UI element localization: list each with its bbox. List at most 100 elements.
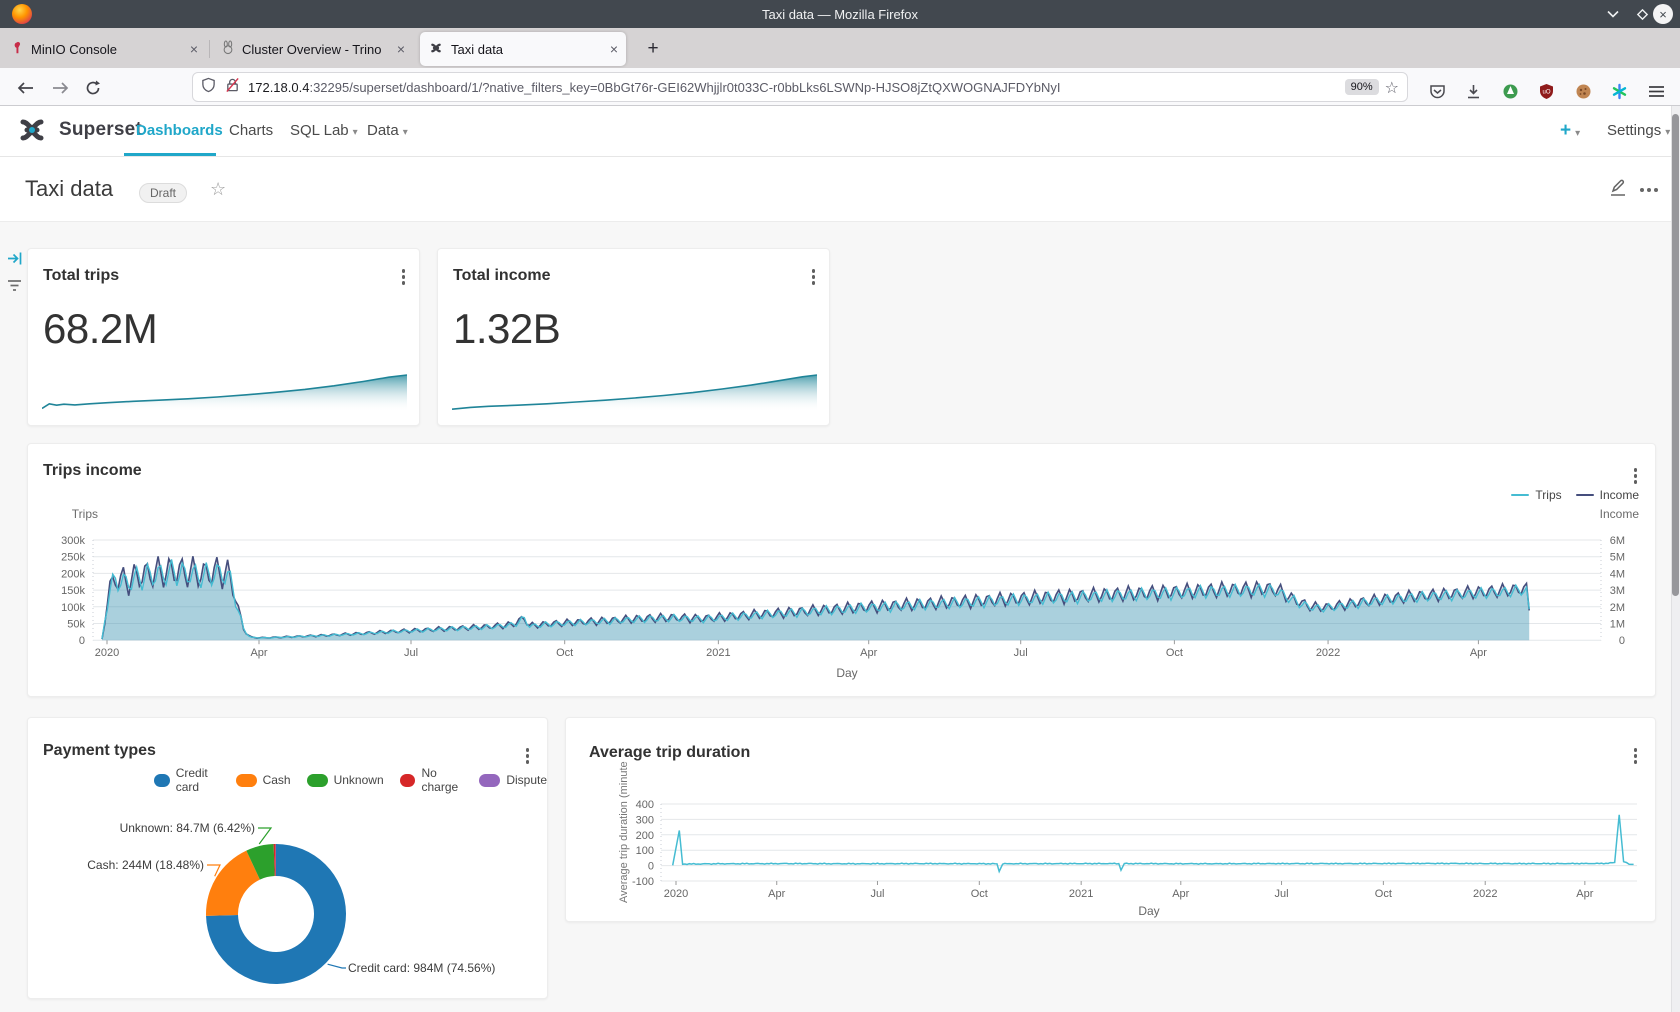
chart-kebab-menu[interactable]: [808, 265, 820, 289]
total-income-sparkline: [452, 371, 817, 413]
nav-item-label: SQL Lab: [290, 122, 349, 139]
nav-item-data[interactable]: Data ▾: [367, 122, 408, 139]
superset-brand-text: Superset: [59, 119, 142, 141]
reload-button[interactable]: [80, 76, 106, 100]
url-path: :32295/superset/dashboard/1/?native_filt…: [309, 80, 1060, 95]
y-right-tick: 0: [1619, 635, 1625, 647]
superset-infinity-icon: [12, 118, 52, 142]
extension-asterisk-icon[interactable]: [1606, 78, 1634, 104]
window-titlebar: Taxi data — Mozilla Firefox ×: [0, 0, 1680, 28]
x-tick: 2022: [1316, 647, 1340, 659]
y-right-tick: 1M: [1610, 619, 1625, 631]
trips-income-card: Trips income TripsIncome Trips Income 30…: [27, 443, 1656, 697]
trino-bunny-icon: [221, 40, 235, 58]
superset-infinity-icon: [428, 42, 444, 57]
y-right-tick: 3M: [1610, 585, 1625, 597]
y-right-tick: 4M: [1610, 568, 1625, 580]
nav-item-label: Dashboards: [136, 122, 223, 139]
y-left-tick: 0: [79, 635, 85, 647]
tab-close-icon[interactable]: ×: [397, 41, 405, 57]
expand-filter-bar-icon[interactable]: [6, 250, 23, 267]
insecure-lock-icon[interactable]: [225, 77, 240, 98]
cookie-icon[interactable]: [1569, 78, 1597, 104]
back-button[interactable]: [12, 76, 38, 100]
url-text: 172.18.0.4:32295/superset/dashboard/1/?n…: [248, 80, 1339, 95]
application-window: Taxi data — Mozilla Firefox × MinIO Cons…: [0, 0, 1680, 1012]
y-tick: 0: [648, 861, 654, 873]
browser-tab[interactable]: Cluster Overview - Trino ×: [213, 32, 413, 66]
url-host: 172.18.0.4: [248, 80, 309, 95]
x-tick: 2021: [706, 647, 730, 659]
avg-trip-duration-card: Average trip duration Average trip durat…: [565, 717, 1656, 922]
y-left-tick: 50k: [67, 619, 85, 631]
y-tick: 200: [636, 830, 654, 842]
zoom-level-badge[interactable]: 90%: [1345, 79, 1379, 95]
x-axis-label: Day: [1138, 904, 1159, 918]
x-tick: 2020: [95, 647, 119, 659]
nav-item-sql-lab[interactable]: SQL Lab ▾: [290, 122, 358, 139]
browser-tab[interactable]: Taxi data×: [420, 32, 626, 66]
total-trips-sparkline: [42, 371, 407, 413]
menu-hamburger-icon[interactable]: [1642, 78, 1670, 104]
filter-icon[interactable]: [6, 277, 23, 294]
tracking-shield-icon[interactable]: [201, 77, 216, 98]
page-scrollbar-thumb[interactable]: [1672, 114, 1679, 596]
browser-tab-strip: MinIO Console×Cluster Overview - Trino×T…: [0, 28, 1680, 68]
edit-dashboard-button[interactable]: [1608, 178, 1628, 203]
tab-title: MinIO Console: [31, 42, 184, 57]
window-minimize-button[interactable]: [1603, 4, 1623, 24]
y-left-tick: 250k: [61, 552, 85, 564]
chart-kebab-menu[interactable]: [398, 265, 410, 289]
x-tick: 2020: [664, 888, 688, 900]
x-tick: Apr: [1470, 647, 1487, 659]
superset-logo[interactable]: Superset: [12, 118, 142, 142]
y-right-tick: 2M: [1610, 602, 1625, 614]
tab-close-icon[interactable]: ×: [190, 41, 198, 57]
slice-callout-label: Cash: 244M (18.48%): [87, 858, 204, 872]
x-tick: 2021: [1069, 888, 1093, 900]
y-tick: -100: [632, 876, 654, 888]
new-tab-button[interactable]: +: [640, 36, 666, 62]
nav-item-label: Charts: [229, 122, 273, 139]
dashboard-header: [0, 157, 1680, 222]
tab-separator: [209, 40, 210, 58]
x-tick: 2022: [1473, 888, 1497, 900]
x-tick: Jul: [1014, 647, 1028, 659]
window-maximize-button[interactable]: [1632, 4, 1652, 24]
total-trips-card: Total trips 68.2M: [27, 248, 420, 426]
tab-close-icon[interactable]: ×: [610, 41, 618, 57]
dashboard-more-menu[interactable]: [1640, 188, 1658, 192]
settings-menu[interactable]: Settings▾: [1607, 122, 1670, 139]
favorite-star-icon[interactable]: ☆: [210, 179, 226, 200]
bookmark-star-icon[interactable]: ☆: [1385, 78, 1399, 97]
x-tick: Oct: [1375, 888, 1392, 900]
x-tick: Jul: [1274, 888, 1288, 900]
minio-flamingo-icon: [10, 40, 24, 58]
nav-item-dashboards[interactable]: Dashboards: [136, 122, 223, 139]
payment-types-donut-chart: Unknown: 84.7M (6.42%)Cash: 244M (18.48%…: [28, 718, 549, 1000]
y-left-tick: 300k: [61, 535, 85, 547]
new-item-plus-button[interactable]: +▾: [1560, 120, 1580, 142]
nav-item-label: Data: [367, 122, 399, 139]
svg-text:uO: uO: [1542, 89, 1550, 95]
x-tick: Jul: [870, 888, 884, 900]
active-tab-underline: [124, 153, 216, 156]
privacy-badger-icon[interactable]: [1496, 78, 1524, 104]
big-number-value: 1.32B: [453, 305, 560, 353]
window-close-button[interactable]: ×: [1653, 4, 1673, 24]
y-left-tick: 150k: [61, 585, 85, 597]
y-tick: 400: [636, 799, 654, 811]
download-icon[interactable]: [1460, 78, 1488, 104]
chevron-down-icon: ▾: [353, 127, 358, 138]
x-tick: Apr: [1172, 888, 1189, 900]
ublock-icon[interactable]: uO: [1533, 78, 1561, 104]
y-right-tick: 5M: [1610, 552, 1625, 564]
browser-tab[interactable]: MinIO Console ×: [2, 32, 206, 66]
nav-item-charts[interactable]: Charts: [229, 122, 273, 139]
url-bar[interactable]: 172.18.0.4:32295/superset/dashboard/1/?n…: [192, 72, 1408, 102]
forward-button[interactable]: [47, 76, 73, 100]
chevron-down-icon: ▾: [403, 127, 408, 138]
callout-leader: [328, 964, 346, 968]
pocket-icon[interactable]: [1423, 78, 1451, 104]
tab-title: Cluster Overview - Trino: [242, 42, 391, 57]
